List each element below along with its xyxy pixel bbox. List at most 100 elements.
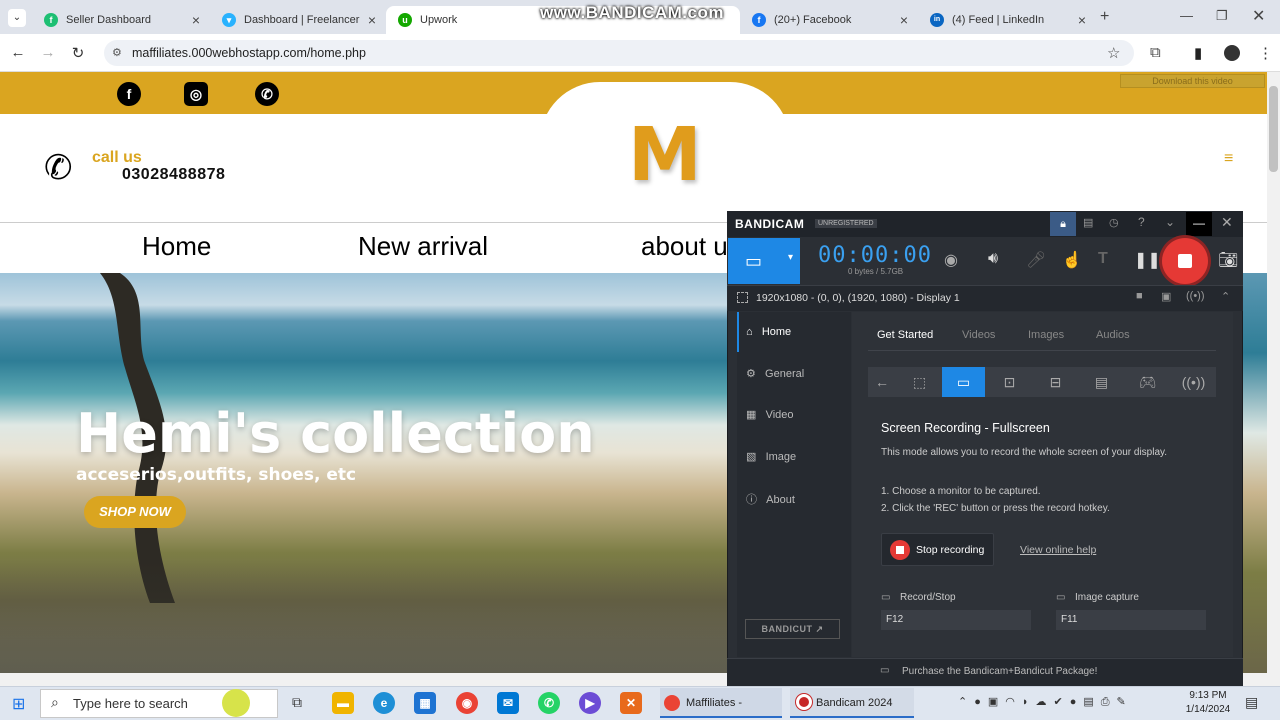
download-video-button[interactable]: Download this video — [1120, 74, 1265, 88]
tab-facebook[interactable]: f (20+) Facebook × — [740, 6, 918, 34]
extensions-icon[interactable]: ⧉ — [1150, 44, 1161, 61]
nav-about[interactable]: about u — [641, 231, 728, 262]
cursor-effect-icon[interactable]: ☝ — [1062, 250, 1082, 270]
shop-now-button[interactable]: SHOP NOW — [84, 496, 186, 528]
stop-icon — [890, 540, 910, 560]
taskbar-clock[interactable]: 9:13 PM 1/14/2024 — [1183, 689, 1233, 717]
menu-icon[interactable]: ⋮ — [1258, 44, 1273, 62]
mouse-mode-icon[interactable]: ⊟ — [1034, 367, 1077, 397]
system-tray-icons[interactable]: ⌃●▣◠◗☁✔●▤⎙✎ — [958, 695, 1133, 709]
new-tab-icon[interactable]: + — [1100, 8, 1109, 26]
back-arrow-icon[interactable]: ← — [868, 367, 896, 397]
close-tab-icon[interactable]: × — [1078, 12, 1086, 28]
text-overlay-icon[interactable]: T — [1098, 250, 1108, 268]
pause-icon[interactable]: ❚❚ — [1134, 250, 1161, 270]
media-app-icon[interactable]: ▶ — [579, 692, 601, 714]
sidebar-item-general[interactable]: ⚙ General — [746, 367, 804, 380]
audio-mode-icon[interactable]: ((•)) — [1172, 367, 1215, 397]
dropdown-arrow-icon[interactable]: ▾ — [788, 252, 793, 263]
tab-get-started[interactable]: Get Started — [877, 329, 933, 341]
minimize-icon[interactable]: — — [1180, 8, 1193, 23]
profile-avatar[interactable] — [1224, 45, 1240, 61]
collapse-up-icon[interactable]: ⌃ — [1221, 290, 1230, 303]
collapse-icon[interactable]: ⌄ — [1165, 215, 1175, 229]
sidebar-selection-indicator — [737, 312, 739, 352]
freelancer-icon: ▾ — [222, 13, 236, 27]
sidebar-item-image[interactable]: ▧ Image — [746, 450, 796, 463]
edge-icon[interactable]: e — [373, 692, 395, 714]
bandicam-minimize-icon[interactable]: — — [1186, 212, 1212, 236]
hamburger-menu-icon[interactable]: ≡ — [1224, 150, 1233, 168]
instagram-icon[interactable]: ◎ — [184, 82, 208, 106]
site-logo[interactable]: M — [628, 112, 702, 198]
nav-home[interactable]: Home — [142, 231, 211, 262]
view-online-help-link[interactable]: View online help — [1020, 544, 1096, 556]
sidebar-item-home[interactable]: ⌂ Home — [746, 326, 791, 338]
bandicam-logo: BANDICAM — [735, 217, 805, 231]
camera-icon[interactable]: 📷︎ — [1218, 250, 1238, 270]
speaker-icon[interactable]: 🔊︎ — [988, 250, 998, 268]
clock-date: 1/14/2024 — [1185, 704, 1231, 715]
tab-search-button[interactable]: ⌄ — [8, 9, 26, 27]
nav-new-arrival[interactable]: New arrival — [358, 231, 488, 262]
game-mode-icon[interactable]: 🎮︎ — [1126, 367, 1169, 397]
side-panel-icon[interactable]: ▮ — [1194, 44, 1202, 62]
tab-linkedin[interactable]: in (4) Feed | LinkedIn × — [918, 6, 1096, 34]
fullscreen-mode-icon[interactable]: ▭ — [942, 367, 985, 397]
sidebar-item-about[interactable]: ⓘ About — [746, 491, 795, 507]
clock-icon[interactable]: ◷ — [1109, 216, 1119, 229]
back-icon[interactable]: ← — [8, 44, 28, 61]
task-view-icon[interactable]: ⧉ — [292, 694, 302, 711]
purchase-link[interactable]: Purchase the Bandicam+Bandicut Package! — [902, 666, 1097, 677]
chrome-icon[interactable]: ◉ — [456, 692, 478, 714]
bookmark-star-icon[interactable]: ☆ — [1107, 44, 1120, 62]
facebook-icon[interactable]: f — [117, 82, 141, 106]
tab-seller-dashboard[interactable]: f Seller Dashboard × — [32, 6, 210, 34]
bandicam-close-icon[interactable]: ✕ — [1221, 214, 1233, 231]
scrollbar-thumb[interactable] — [1269, 86, 1278, 172]
windows-start-icon[interactable]: ⊞ — [12, 694, 25, 714]
sidebar-item-video[interactable]: ▦ Video — [746, 408, 794, 421]
tab-audios[interactable]: Audios — [1096, 329, 1130, 341]
close-tab-icon[interactable]: × — [368, 12, 376, 28]
maximize-icon[interactable]: ❐ — [1216, 8, 1228, 24]
tab-divider — [868, 350, 1216, 351]
device-mode-icon[interactable]: ▤ — [1080, 367, 1123, 397]
file-explorer-icon[interactable]: ▬ — [332, 692, 354, 714]
store-icon[interactable]: ▦ — [414, 692, 436, 714]
close-window-icon[interactable]: ✕ — [1252, 6, 1265, 26]
url-input[interactable]: maffiliates.000webhostapp.com/home.php — [104, 40, 1134, 66]
site-info-icon[interactable]: ⚙ — [112, 46, 122, 59]
record-stop-button[interactable] — [1162, 238, 1208, 284]
folder-icon[interactable]: ▤ — [1083, 216, 1093, 229]
screen-mode-button[interactable]: ▭ ▾ — [728, 238, 800, 284]
whatsapp-app-icon[interactable]: ✆ — [538, 692, 560, 714]
image-icon[interactable]: ▣ — [1161, 290, 1171, 303]
xampp-icon[interactable]: ✕ — [620, 692, 642, 714]
image-capture-hotkey[interactable]: F11 — [1056, 610, 1206, 630]
reload-icon[interactable]: ↻ — [68, 44, 88, 62]
lock-icon[interactable]: 🔒︎ — [1050, 212, 1076, 236]
microphone-icon[interactable]: 🎤︎ — [1026, 250, 1046, 270]
tab-images[interactable]: Images — [1028, 329, 1064, 341]
tab-freelancer[interactable]: ▾ Dashboard | Freelancer × — [210, 6, 386, 34]
close-tab-icon[interactable]: × — [900, 12, 908, 28]
sidebar-label: Video — [765, 409, 794, 421]
video-icon[interactable]: ■ — [1136, 290, 1143, 302]
help-icon[interactable]: ? — [1138, 215, 1145, 229]
window-mode-icon[interactable]: ⊡ — [988, 367, 1031, 397]
notification-icon[interactable]: ▤ — [1245, 694, 1258, 711]
record-stop-hotkey[interactable]: F12 — [881, 610, 1031, 630]
audio-icon[interactable]: ((•)) — [1186, 290, 1205, 302]
stop-recording-label[interactable]: Stop recording — [916, 544, 984, 556]
fiverr-icon: f — [44, 13, 58, 27]
bandicut-button[interactable]: BANDICUT ↗ — [745, 619, 840, 639]
whatsapp-icon[interactable]: ✆ — [255, 82, 279, 106]
unregistered-badge[interactable]: UNREGISTERED — [815, 219, 877, 228]
webcam-icon[interactable]: ◉ — [944, 250, 958, 270]
close-tab-icon[interactable]: × — [192, 12, 200, 28]
mail-icon[interactable]: ✉ — [497, 692, 519, 714]
forward-icon[interactable]: → — [38, 44, 58, 61]
rectangle-mode-icon[interactable]: ⬚ — [898, 367, 941, 397]
tab-videos[interactable]: Videos — [962, 329, 995, 341]
